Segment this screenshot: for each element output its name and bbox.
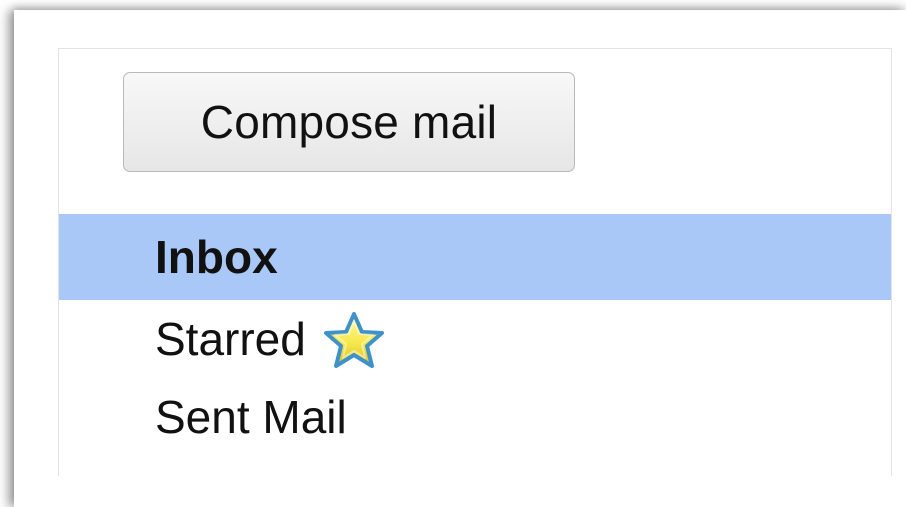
nav-item-sent-mail[interactable]: Sent Mail [59, 378, 891, 456]
folder-nav: Inbox Starred Sent Mail [59, 214, 891, 456]
nav-item-label: Inbox [155, 231, 278, 283]
compose-mail-button[interactable]: Compose mail [123, 72, 575, 172]
star-icon [320, 310, 388, 370]
mail-sidebar: Compose mail Inbox Starred Sent Mail [58, 48, 892, 476]
nav-item-starred[interactable]: Starred [59, 300, 891, 378]
nav-item-inbox[interactable]: Inbox [59, 214, 891, 300]
nav-item-label: Sent Mail [155, 391, 347, 443]
window-frame: Compose mail Inbox Starred Sent Mail [14, 10, 906, 507]
nav-item-label: Starred [155, 313, 306, 365]
